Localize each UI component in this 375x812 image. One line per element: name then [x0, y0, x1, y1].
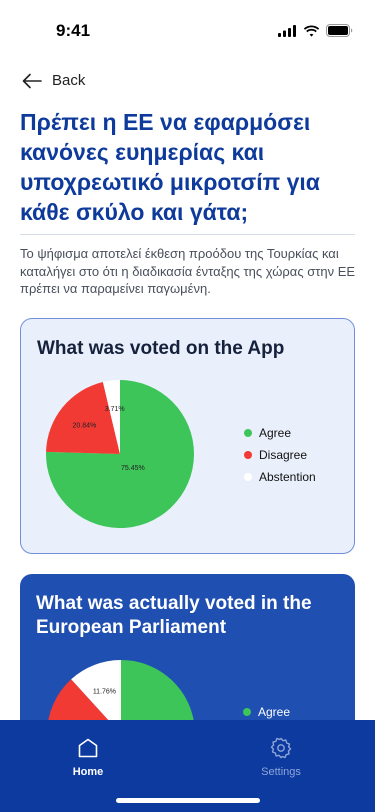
app-vote-title: What was voted on the App [37, 338, 285, 359]
divider [20, 234, 355, 235]
page-description: Το ψήφισμα αποτελεί έκθεση προόδου της Τ… [20, 246, 356, 296]
legend-label-agree: Agree [259, 426, 292, 440]
wifi-icon [303, 25, 320, 37]
status-icons [278, 24, 353, 37]
legend-item-agree: Agree [244, 422, 316, 444]
cellular-signal-icon [278, 24, 296, 37]
battery-icon [326, 24, 353, 37]
legend-item-disagree: Disagree [244, 444, 316, 466]
arrow-left-icon [22, 73, 42, 88]
legend-label-agree-ep: Agree [258, 705, 291, 719]
home-indicator [116, 798, 260, 803]
legend-dot-abstention [244, 473, 252, 481]
app-vote-card: What was voted on the App 75.45% 20.84% 3.… [20, 318, 355, 554]
app-vote-legend: Agree Disagree Abstention [244, 422, 316, 488]
status-time: 9:41 [56, 21, 91, 40]
status-bar: 9:41 [0, 0, 375, 50]
back-label: Back [52, 72, 86, 89]
legend-dot-disagree [244, 451, 252, 459]
back-button[interactable]: Back [22, 72, 85, 89]
tab-settings-label: Settings [261, 766, 301, 778]
gear-icon [270, 737, 292, 759]
app-vote-pie-chart: 75.45% 20.84% 3.71% [45, 380, 194, 528]
app-pie-label-abstention: 3.71% [105, 406, 125, 413]
legend-item-abstention: Abstention [244, 466, 316, 488]
page-title: Πρέπει η ΕΕ να εφαρμόσει κανόνες ευημερί… [20, 109, 320, 225]
home-icon [78, 738, 98, 758]
legend-label-abstention: Abstention [259, 470, 316, 484]
tab-home-label: Home [72, 766, 104, 778]
app-pie-label-disagree: 20.84% [73, 423, 97, 430]
tab-home[interactable]: Home [28, 736, 148, 778]
tab-settings[interactable]: Settings [221, 736, 341, 778]
ep-vote-title: What was actually voted in the European … [36, 593, 312, 638]
ep-pie-label-abstention: 11.76% [93, 689, 116, 696]
legend-dot-agree [244, 429, 252, 437]
app-pie-label-agree: 75.45% [121, 465, 145, 472]
legend-label-disagree: Disagree [259, 448, 308, 462]
legend-dot-agree-ep [243, 708, 251, 716]
